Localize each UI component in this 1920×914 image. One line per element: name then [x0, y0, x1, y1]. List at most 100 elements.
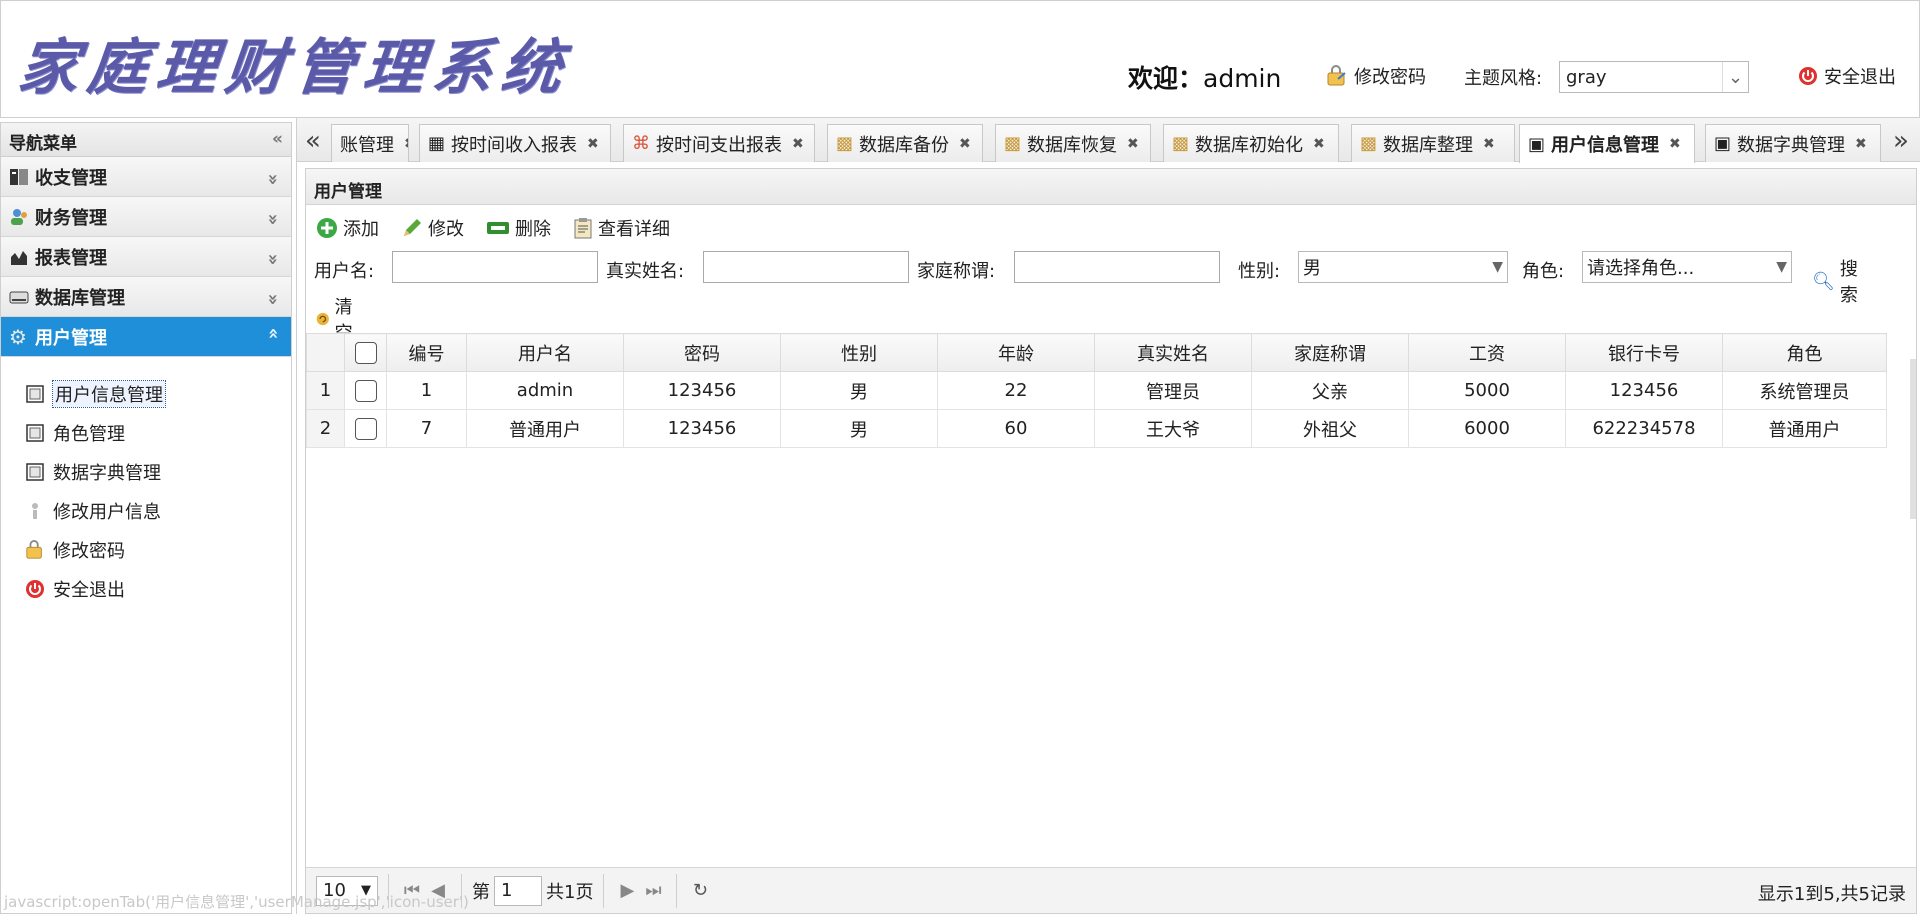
- edit-button[interactable]: 修改: [401, 215, 464, 241]
- key-lock-icon: [26, 540, 42, 559]
- row-checkbox[interactable]: [354, 379, 377, 402]
- table-row[interactable]: 1 1 admin 123456 男 22 管理员 父亲 5000 123456…: [306, 371, 1887, 410]
- column-header[interactable]: 家庭称谓: [1251, 333, 1409, 372]
- tab-db-init[interactable]: ▩ 数据库初始化 ✖: [1163, 124, 1339, 162]
- plus-icon: [317, 218, 337, 238]
- view-detail-button[interactable]: 查看详细: [573, 215, 670, 241]
- section-label: 报表管理: [35, 247, 107, 269]
- sidebar-item-roles[interactable]: 角色管理: [25, 418, 291, 448]
- close-icon[interactable]: ✖: [1127, 136, 1139, 152]
- sidebar-item-dictionary[interactable]: 数据字典管理: [25, 457, 291, 487]
- select-all-checkbox[interactable]: [354, 341, 377, 364]
- close-icon[interactable]: ✖: [587, 136, 599, 152]
- table-row[interactable]: 2 7 普通用户 123456 男 60 王大爷 外祖父 6000 622234…: [306, 409, 1887, 448]
- next-page-icon[interactable]: ▶: [614, 880, 640, 901]
- logout-link[interactable]: 安全退出: [1798, 63, 1896, 89]
- app-logo: 家庭理财管理系统: [14, 33, 575, 103]
- realname-input[interactable]: [703, 251, 909, 283]
- page-number-value: 1: [501, 880, 513, 901]
- column-header[interactable]: 工资: [1408, 333, 1566, 372]
- sidebar-item-user-info[interactable]: 用户信息管理: [25, 379, 291, 409]
- tab-label: 数据库初始化: [1195, 134, 1304, 156]
- sidebar-item-label: 修改用户信息: [53, 502, 161, 523]
- collapse-sidebar-icon[interactable]: «: [272, 129, 283, 150]
- sidebar-item-edit-user[interactable]: 修改用户信息: [25, 496, 291, 526]
- close-icon[interactable]: ✖: [404, 136, 408, 152]
- page-size-select[interactable]: 10 ▼: [316, 875, 378, 906]
- section-finance[interactable]: 财务管理 »: [1, 197, 291, 237]
- prev-page-icon[interactable]: ◀: [425, 880, 451, 901]
- theme-select[interactable]: gray ⌄: [1559, 61, 1749, 93]
- row-checkbox-cell[interactable]: [344, 409, 387, 448]
- column-header[interactable]: 真实姓名: [1094, 333, 1252, 372]
- table-cell: 男: [780, 409, 938, 448]
- sidebar-item-logout[interactable]: 安全退出: [25, 574, 291, 604]
- box-icon: ▩: [1004, 133, 1022, 154]
- username-label: 用户名:: [314, 261, 375, 282]
- last-page-icon[interactable]: ⏭: [640, 880, 666, 901]
- box-icon: ▩: [1172, 133, 1190, 154]
- row-checkbox-cell[interactable]: [344, 371, 387, 410]
- column-header[interactable]: 年龄: [937, 333, 1095, 372]
- realname-label: 真实姓名:: [606, 261, 685, 282]
- ledger-icon: [10, 168, 28, 185]
- column-header[interactable]: 密码: [623, 333, 781, 372]
- form-icon: [26, 463, 44, 481]
- section-user-management[interactable]: ⚙ 用户管理 »: [1, 317, 291, 357]
- username-input[interactable]: [392, 251, 598, 283]
- close-icon[interactable]: ✖: [1313, 136, 1325, 152]
- tab-db-backup[interactable]: ▩ 数据库备份 ✖: [827, 124, 983, 162]
- welcome-text: 欢迎：admin: [1128, 59, 1281, 95]
- tab-bar: « 账管理✖ ▦按时间收入报表✖ ⌘按时间支出报表✖ ▩数据库备份✖ ▩数据库恢…: [297, 118, 1920, 163]
- section-label: 财务管理: [35, 207, 107, 229]
- scrollbar[interactable]: [1910, 359, 1916, 519]
- page-size-value: 10: [323, 880, 346, 901]
- tab-expense-report[interactable]: ⌘ 按时间支出报表 ✖: [623, 124, 815, 162]
- tab-db-cleanup[interactable]: ▩ 数据库整理 ✖: [1351, 124, 1515, 162]
- tab-label: 数据库恢复: [1027, 134, 1118, 156]
- scroll-right-icon[interactable]: »: [1893, 126, 1909, 156]
- section-income-expense[interactable]: 收支管理 »: [1, 157, 291, 197]
- select-all-header[interactable]: [344, 333, 387, 372]
- chevron-down-icon: »: [262, 173, 284, 180]
- scroll-left-icon[interactable]: «: [305, 126, 321, 156]
- column-header[interactable]: 角色: [1722, 333, 1887, 372]
- family-title-input[interactable]: [1014, 251, 1220, 283]
- first-page-icon[interactable]: ⏮: [399, 880, 425, 901]
- user-table: 编号 用户名 密码 性别 年龄 真实姓名 家庭称谓 工资 银行卡号 角色 1 1…: [306, 333, 1902, 448]
- section-label: 用户管理: [35, 327, 107, 349]
- close-icon[interactable]: ✖: [1669, 136, 1681, 152]
- delete-button[interactable]: 删除: [486, 215, 551, 241]
- tab-user-info[interactable]: ▣ 用户信息管理 ✖: [1519, 124, 1695, 163]
- close-icon[interactable]: ✖: [959, 136, 971, 152]
- close-icon[interactable]: ✖: [792, 136, 804, 152]
- tab-dictionary[interactable]: ▣ 数据字典管理 ✖: [1705, 124, 1881, 162]
- pagination-bar: 10 ▼ ⏮ ◀ 第 1 共1页 ▶ ⏭ ↻ 显示1到5,共5记录: [306, 867, 1916, 913]
- close-icon[interactable]: ✖: [1855, 136, 1867, 152]
- column-header[interactable]: 性别: [780, 333, 938, 372]
- section-database[interactable]: 数据库管理 »: [1, 277, 291, 317]
- tab-ledger[interactable]: 账管理 ✖: [331, 124, 409, 162]
- column-header[interactable]: 银行卡号: [1565, 333, 1723, 372]
- users-icon: [11, 208, 27, 225]
- sidebar-item-label: 数据字典管理: [53, 463, 161, 484]
- role-select[interactable]: 请选择角色... ▼: [1582, 251, 1792, 283]
- column-header[interactable]: 用户名: [466, 333, 624, 372]
- column-header[interactable]: 编号: [386, 333, 467, 372]
- add-label: 添加: [343, 219, 379, 240]
- change-password-link[interactable]: 修改密码: [1326, 63, 1426, 89]
- tab-label: 数据库整理: [1383, 134, 1474, 156]
- refresh-icon[interactable]: ↻: [687, 880, 713, 901]
- page-number-input[interactable]: 1: [494, 875, 542, 906]
- close-icon[interactable]: ✖: [1483, 136, 1495, 152]
- gender-select[interactable]: 男 ▼: [1298, 251, 1508, 283]
- tab-db-restore[interactable]: ▩ 数据库恢复 ✖: [995, 124, 1151, 162]
- tab-income-report[interactable]: ▦ 按时间收入报表 ✖: [419, 124, 611, 162]
- chevron-down-icon: »: [262, 213, 284, 220]
- add-button[interactable]: 添加: [316, 215, 379, 241]
- search-button[interactable]: 🔍︎ 搜索: [1812, 255, 1858, 307]
- section-reports[interactable]: 报表管理 »: [1, 237, 291, 277]
- sidebar-item-change-password[interactable]: 修改密码: [25, 535, 291, 565]
- row-checkbox[interactable]: [354, 417, 377, 440]
- divider: [388, 873, 389, 908]
